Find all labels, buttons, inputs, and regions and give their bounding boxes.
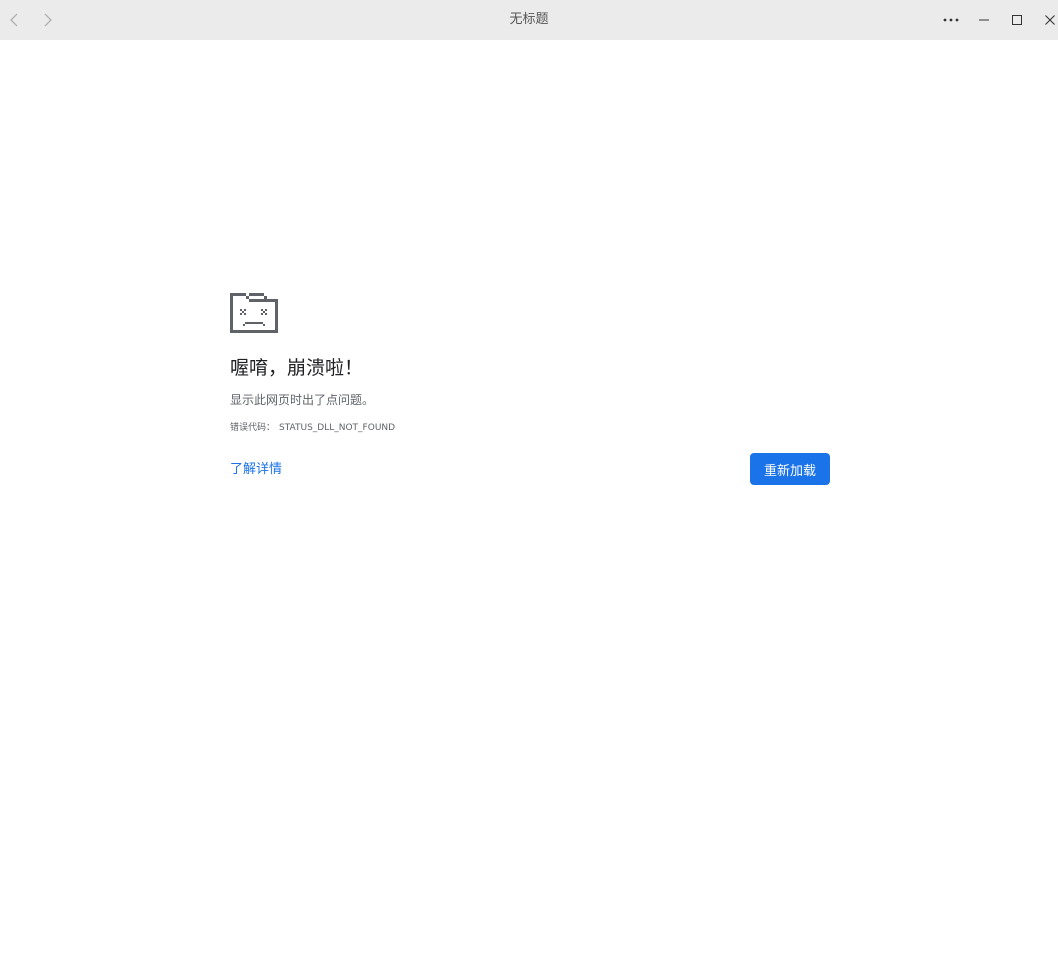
close-button[interactable] xyxy=(1036,6,1058,34)
title-bar: 无标题 xyxy=(0,0,1058,40)
more-horizontal-icon xyxy=(943,18,959,22)
maximize-icon xyxy=(1012,15,1022,25)
maximize-button[interactable] xyxy=(1003,6,1031,34)
close-icon xyxy=(1045,15,1055,25)
page-content: 喔唷，崩溃啦！ 显示此网页时出了点问题。 错误代码： STATUS_DLL_NOT… xyxy=(0,40,1058,966)
error-description: 显示此网页时出了点问题。 xyxy=(230,393,375,407)
error-title: 喔唷，崩溃啦！ xyxy=(230,357,364,379)
learn-more-link[interactable]: 了解详情 xyxy=(230,461,282,479)
minimize-icon xyxy=(979,19,989,21)
error-code: 错误代码： STATUS_DLL_NOT_FOUND xyxy=(230,422,395,434)
reload-button[interactable]: 重新加载 xyxy=(750,453,830,485)
window-title: 无标题 xyxy=(509,12,549,27)
menu-button[interactable] xyxy=(937,6,965,34)
sad-tab-icon xyxy=(230,293,278,333)
error-code-value: STATUS_DLL_NOT_FOUND xyxy=(279,423,396,433)
error-code-label: 错误代码： xyxy=(230,423,276,433)
minimize-button[interactable] xyxy=(970,6,998,34)
